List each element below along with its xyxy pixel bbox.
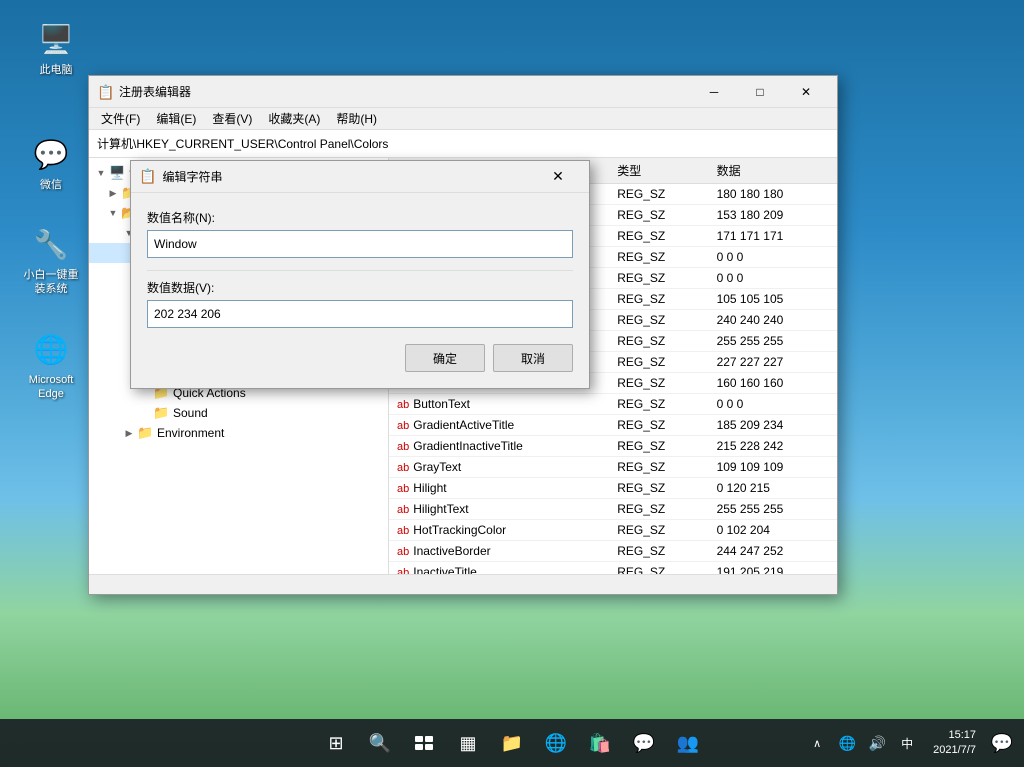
dialog-icon: 📋 xyxy=(139,168,156,185)
data-label: 数值数据(V): xyxy=(147,279,573,296)
name-label: 数值名称(N): xyxy=(147,209,573,226)
desktop: 🖥️ 此电脑 💬 微信 🔧 小白一键重装系统 🌐 Microsoft Edge … xyxy=(0,0,1024,767)
cancel-button[interactable]: 取消 xyxy=(493,344,573,372)
dialog-title-bar: 📋 编辑字符串 ✕ xyxy=(131,161,589,193)
dialog-divider xyxy=(147,270,573,271)
dialog-overlay: 📋 编辑字符串 ✕ 数值名称(N): 数值数据(V): 确定 取消 xyxy=(0,0,1024,767)
dialog-title-text: 编辑字符串 xyxy=(162,168,535,185)
name-field: 数值名称(N): xyxy=(147,209,573,258)
edit-string-dialog: 📋 编辑字符串 ✕ 数值名称(N): 数值数据(V): 确定 取消 xyxy=(130,160,590,389)
confirm-button[interactable]: 确定 xyxy=(405,344,485,372)
data-field: 数值数据(V): xyxy=(147,279,573,328)
data-input[interactable] xyxy=(147,300,573,328)
name-input[interactable] xyxy=(147,230,573,258)
dialog-body: 数值名称(N): 数值数据(V): 确定 取消 xyxy=(131,193,589,388)
dialog-buttons: 确定 取消 xyxy=(147,344,573,372)
dialog-close-button[interactable]: ✕ xyxy=(535,161,581,193)
